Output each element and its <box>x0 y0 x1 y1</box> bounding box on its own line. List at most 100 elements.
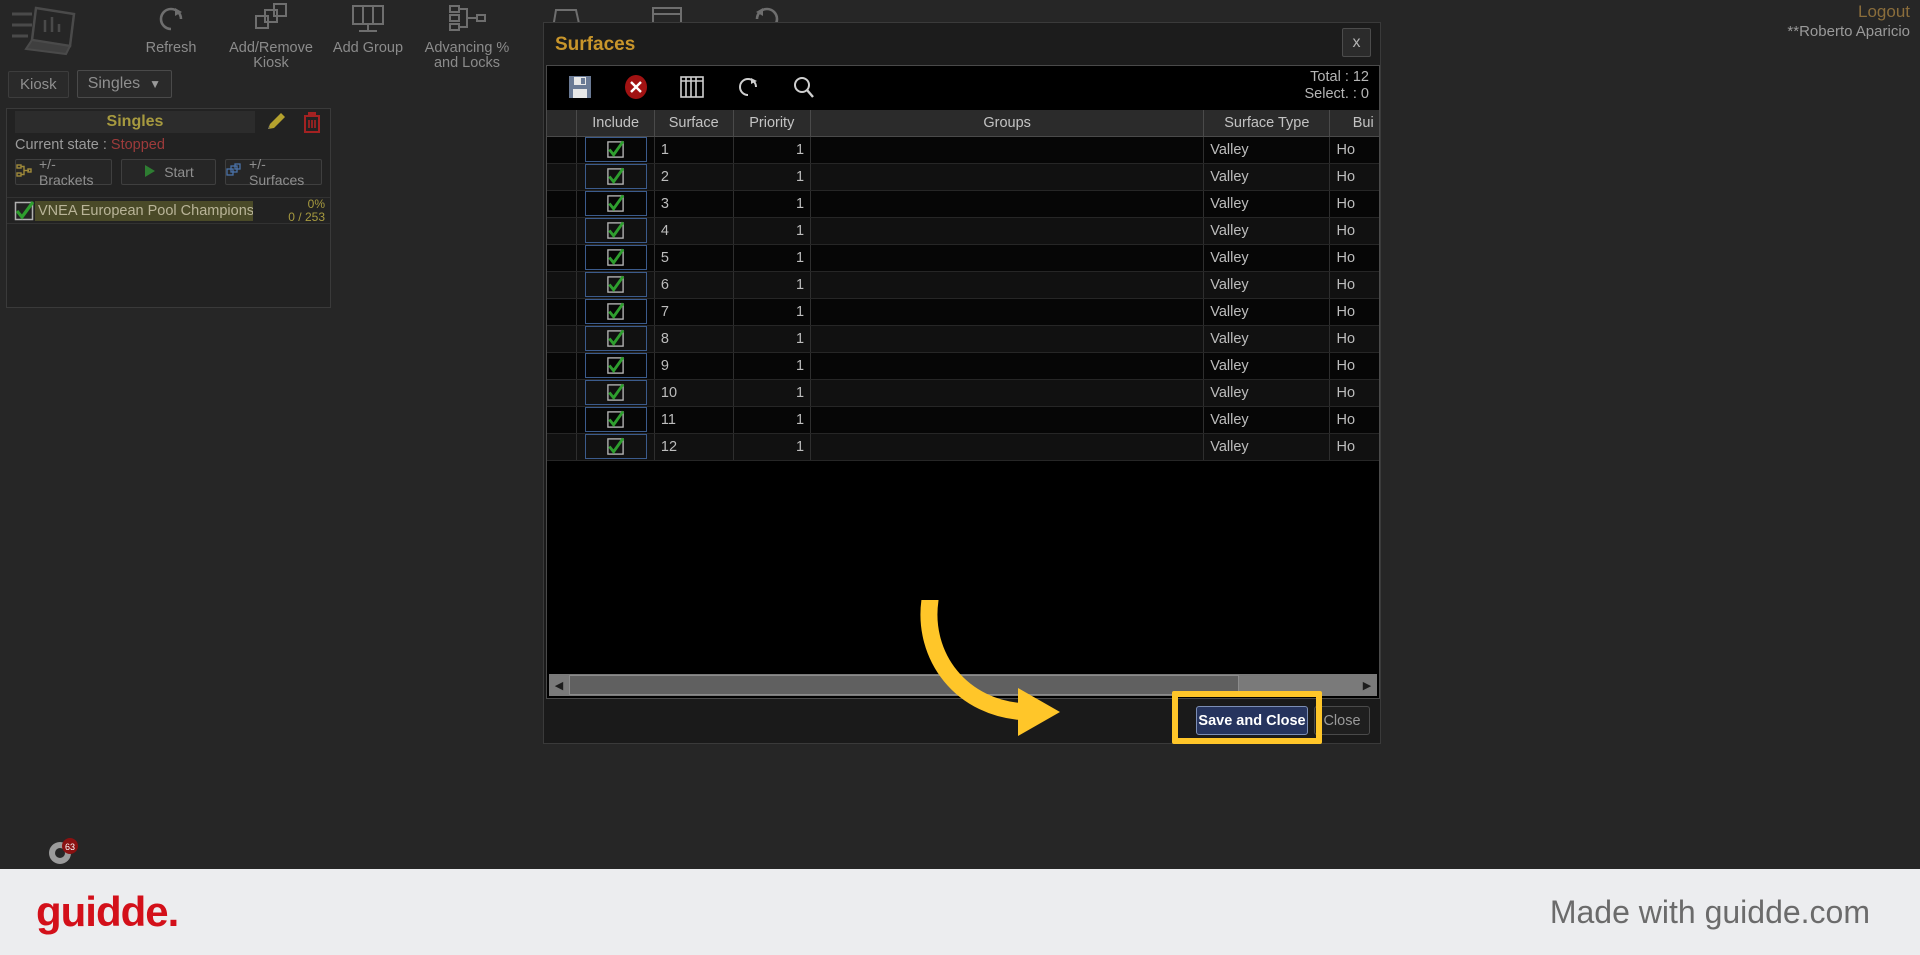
include-checkbox[interactable] <box>584 380 647 405</box>
current-state-label: Current state : <box>15 137 107 153</box>
close-button[interactable]: Close <box>1314 706 1370 735</box>
cell-include[interactable] <box>576 217 655 245</box>
cell-groups <box>810 190 1205 218</box>
cell-priority: 1 <box>733 406 812 434</box>
cell-include[interactable] <box>576 271 655 299</box>
chart-book-logo-icon <box>10 4 82 60</box>
table-row[interactable]: 2 1 Valley Ho <box>547 163 1379 191</box>
cell-building: Ho <box>1329 136 1379 164</box>
scroll-right-arrow-icon[interactable]: ▶ <box>1357 675 1377 695</box>
cell-building: Ho <box>1329 244 1379 272</box>
trash-delete-icon[interactable] <box>300 110 324 134</box>
cell-include[interactable] <box>576 190 655 218</box>
cell-include[interactable] <box>576 244 655 272</box>
include-checkbox[interactable] <box>584 272 647 297</box>
cancel-red-x-icon[interactable] <box>621 72 651 102</box>
cell-include[interactable] <box>576 298 655 326</box>
play-icon <box>143 164 157 181</box>
cell-groups <box>810 406 1205 434</box>
toolbar-add-remove-kiosk[interactable]: Add/Remove Kiosk <box>216 2 326 71</box>
kiosk-label-button[interactable]: Kiosk <box>8 70 69 98</box>
save-and-close-button[interactable]: Save and Close <box>1196 706 1308 735</box>
table-row[interactable]: 6 1 Valley Ho <box>547 271 1379 299</box>
scrollbar-thumb[interactable] <box>569 675 1239 695</box>
toolbar-advancing-locks[interactable]: Advancing % and Locks <box>412 2 522 71</box>
checked-checkbox-icon <box>607 356 625 374</box>
columns-grid-icon[interactable] <box>677 72 707 102</box>
panel-title-row: Singles <box>7 109 330 135</box>
include-checkbox[interactable] <box>584 434 647 459</box>
cell-include[interactable] <box>576 352 655 380</box>
table-row[interactable]: 9 1 Valley Ho <box>547 352 1379 380</box>
cell-groups <box>810 217 1205 245</box>
list-item[interactable]: VNEA European Pool Championships 202 0% … <box>7 198 330 224</box>
svg-text:63: 63 <box>65 842 75 852</box>
column-header-include[interactable]: Include <box>576 110 655 137</box>
table-row[interactable]: 5 1 Valley Ho <box>547 244 1379 272</box>
cell-include[interactable] <box>576 379 655 407</box>
include-checkbox[interactable] <box>584 407 647 432</box>
table-row[interactable]: 8 1 Valley Ho <box>547 325 1379 353</box>
table-row[interactable]: 10 1 Valley Ho <box>547 379 1379 407</box>
include-checkbox[interactable] <box>584 191 647 216</box>
include-checkbox[interactable] <box>584 299 647 324</box>
checked-checkbox-icon <box>607 221 625 239</box>
include-checkbox[interactable] <box>584 218 647 243</box>
cell-surface: 12 <box>654 433 734 461</box>
dialog-toolbar: Total : 12 Select. : 0 <box>547 66 1379 110</box>
row-gutter <box>547 271 578 299</box>
table-row[interactable]: 11 1 Valley Ho <box>547 406 1379 434</box>
close-icon[interactable]: x <box>1342 28 1371 57</box>
row-gutter <box>547 190 578 218</box>
start-button-label: Start <box>164 164 194 180</box>
cell-surface: 9 <box>654 352 734 380</box>
table-row[interactable]: 1 1 Valley Ho <box>547 136 1379 164</box>
refresh-circular-icon[interactable] <box>733 72 763 102</box>
logout-link[interactable]: Logout <box>1787 2 1910 22</box>
table-row[interactable]: 12 1 Valley Ho <box>547 433 1379 461</box>
toolbar-add-group[interactable]: Add Group <box>313 2 423 56</box>
table-row[interactable]: 7 1 Valley Ho <box>547 298 1379 326</box>
column-header-building[interactable]: Bui <box>1329 110 1379 137</box>
add-remove-kiosk-icon <box>216 2 326 38</box>
include-checkbox[interactable] <box>584 326 647 351</box>
cell-include[interactable] <box>576 433 655 461</box>
kiosk-dropdown-value: Singles <box>87 75 141 92</box>
bracket-icon <box>16 163 32 182</box>
cell-priority: 1 <box>733 244 812 272</box>
cell-include[interactable] <box>576 325 655 353</box>
toolbar-refresh[interactable]: Refresh <box>116 2 226 56</box>
search-magnifier-icon[interactable] <box>789 72 819 102</box>
cell-include[interactable] <box>576 163 655 191</box>
include-checkbox[interactable] <box>584 353 647 378</box>
cell-include[interactable] <box>576 136 655 164</box>
row-gutter <box>547 244 578 272</box>
surfaces-button[interactable]: +/- Surfaces <box>225 156 322 188</box>
table-row[interactable]: 3 1 Valley Ho <box>547 190 1379 218</box>
horizontal-scrollbar[interactable]: ◀ ▶ <box>549 674 1377 696</box>
column-header-groups[interactable]: Groups <box>810 110 1205 137</box>
add-group-icon <box>313 2 423 38</box>
include-checkbox[interactable] <box>584 137 647 162</box>
checked-checkbox-icon[interactable] <box>14 200 35 221</box>
scrollbar-track[interactable] <box>569 675 1357 695</box>
cell-priority: 1 <box>733 271 812 299</box>
column-header-priority[interactable]: Priority <box>733 110 812 137</box>
guidde-footer: guidde. Made with guidde.com <box>0 869 1920 955</box>
brackets-button[interactable]: +/- Brackets <box>15 156 112 188</box>
kiosk-dropdown[interactable]: Singles ▼ <box>76 70 173 98</box>
cell-building: Ho <box>1329 379 1379 407</box>
start-button[interactable]: Start <box>120 159 217 185</box>
pencil-edit-icon[interactable] <box>264 110 288 134</box>
table-row[interactable]: 4 1 Valley Ho <box>547 217 1379 245</box>
save-floppy-icon[interactable] <box>565 72 595 102</box>
column-header-surface[interactable]: Surface <box>654 110 734 137</box>
include-checkbox[interactable] <box>584 164 647 189</box>
scroll-left-arrow-icon[interactable]: ◀ <box>549 675 569 695</box>
total-count: Total : 12 <box>1310 69 1369 85</box>
cell-include[interactable] <box>576 406 655 434</box>
include-checkbox[interactable] <box>584 245 647 270</box>
toolbar-advancing-locks-label: Advancing % and Locks <box>424 40 510 71</box>
row-gutter <box>547 163 578 191</box>
column-header-surface-type[interactable]: Surface Type <box>1203 110 1331 137</box>
